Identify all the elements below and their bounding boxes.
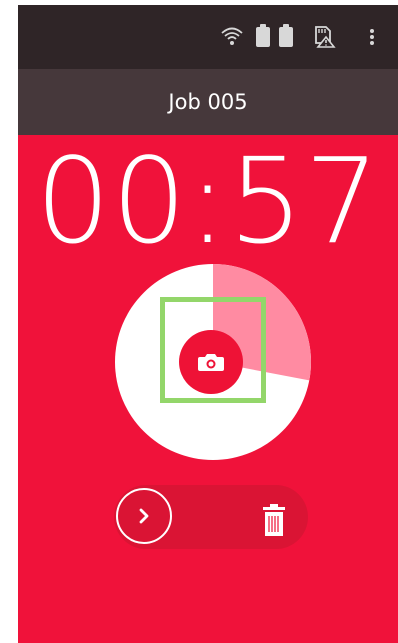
wifi-icon (221, 27, 243, 45)
camera-button-focus-outline (160, 297, 266, 403)
timer-display: 00:57 (35, 132, 381, 270)
app-screen: Job 005 00:57 (18, 5, 398, 643)
chevron-right-icon (139, 508, 149, 524)
trash-icon (263, 504, 285, 536)
sd-card-warning-icon (315, 26, 336, 48)
battery-icon (279, 24, 293, 47)
overflow-menu-icon[interactable] (367, 23, 377, 49)
battery-icon (256, 24, 270, 47)
next-button[interactable] (116, 488, 172, 544)
status-bar (18, 5, 398, 69)
title-bar: Job 005 (18, 69, 398, 135)
job-title: Job 005 (168, 90, 248, 114)
delete-button[interactable] (257, 499, 291, 541)
